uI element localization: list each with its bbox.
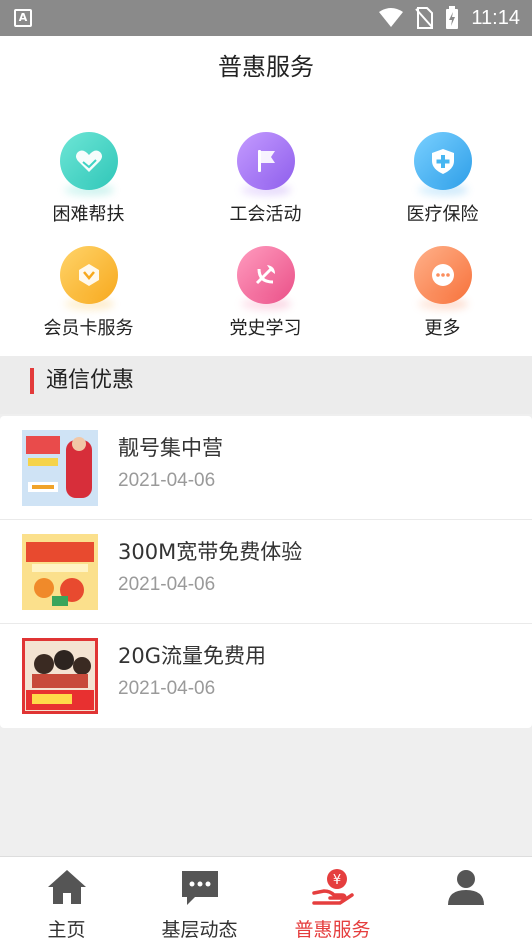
service-grid: 困难帮扶 工会活动 医疗保险 会员卡服务 党史学习 更多 xyxy=(0,100,532,356)
bottom-tab-bar: 主页 基层动态 ¥ 普惠服务 xyxy=(0,856,532,952)
member-card-icon xyxy=(59,246,118,304)
user-icon xyxy=(448,870,484,905)
article-title: 20G流量免费用 xyxy=(118,644,266,668)
tab-home[interactable]: 主页 xyxy=(0,857,133,952)
chat-bubble-icon xyxy=(182,871,218,905)
article-date: 2021-04-06 xyxy=(118,678,216,699)
status-icons: 11:14 xyxy=(379,0,520,36)
hand-coin-icon: ¥ xyxy=(312,869,354,905)
flag-icon xyxy=(236,132,295,190)
service-label: 更多 xyxy=(424,318,461,339)
service-party-history[interactable]: 党史学习 xyxy=(177,246,354,340)
list-item[interactable]: 300M宽带免费体验 2021-04-06 xyxy=(0,520,532,624)
list-item[interactable]: 靓号集中营 2021-04-06 xyxy=(0,416,532,520)
clock-time: 11:14 xyxy=(471,6,520,29)
status-bar: A 11:14 xyxy=(0,0,532,36)
service-union-activity[interactable]: 工会活动 xyxy=(177,132,354,226)
service-label: 会员卡服务 xyxy=(43,318,134,339)
tab-grassroots-news[interactable]: 基层动态 xyxy=(133,857,266,952)
service-medical-insurance[interactable]: 医疗保险 xyxy=(354,132,531,226)
section-title: 通信优惠 xyxy=(46,368,135,393)
service-label: 医疗保险 xyxy=(406,204,479,225)
heart-hand-icon xyxy=(59,132,118,190)
party-emblem-icon xyxy=(236,246,295,304)
section-header: 通信优惠 xyxy=(0,356,532,414)
service-member-card[interactable]: 会员卡服务 xyxy=(0,246,177,340)
service-more[interactable]: 更多 xyxy=(354,246,531,340)
article-list: 靓号集中营 2021-04-06 300M宽带免费体验 2021-04-06 2… xyxy=(0,416,532,728)
service-label: 工会活动 xyxy=(229,204,302,225)
keyboard-indicator-icon: A xyxy=(14,9,32,27)
service-label: 困难帮扶 xyxy=(52,204,125,225)
battery-charging-icon xyxy=(446,6,459,29)
page-title: 普惠服务 xyxy=(218,53,314,81)
tab-label: 普惠服务 xyxy=(294,919,371,941)
service-label: 党史学习 xyxy=(229,318,302,339)
svg-text:¥: ¥ xyxy=(333,873,341,888)
section-accent-bar xyxy=(30,368,34,394)
more-icon xyxy=(413,246,472,304)
article-thumbnail xyxy=(22,534,98,610)
tab-inclusive-services[interactable]: ¥ 普惠服务 xyxy=(266,857,399,952)
tab-label: 主页 xyxy=(47,919,86,941)
article-date: 2021-04-06 xyxy=(118,470,216,491)
medical-shield-icon xyxy=(413,132,472,190)
tab-label: 基层动态 xyxy=(161,919,238,941)
article-title: 靓号集中营 xyxy=(118,436,223,460)
home-icon xyxy=(48,870,86,904)
wifi-icon xyxy=(379,8,404,27)
list-item[interactable]: 20G流量免费用 2021-04-06 xyxy=(0,624,532,728)
article-thumbnail xyxy=(22,430,98,506)
article-thumbnail xyxy=(22,638,98,714)
article-date: 2021-04-06 xyxy=(118,574,216,595)
tab-profile[interactable] xyxy=(399,857,532,952)
service-difficulty-assist[interactable]: 困难帮扶 xyxy=(0,132,177,226)
page-header: 普惠服务 xyxy=(0,36,532,100)
article-title: 300M宽带免费体验 xyxy=(118,540,303,564)
no-sim-icon xyxy=(415,7,434,29)
